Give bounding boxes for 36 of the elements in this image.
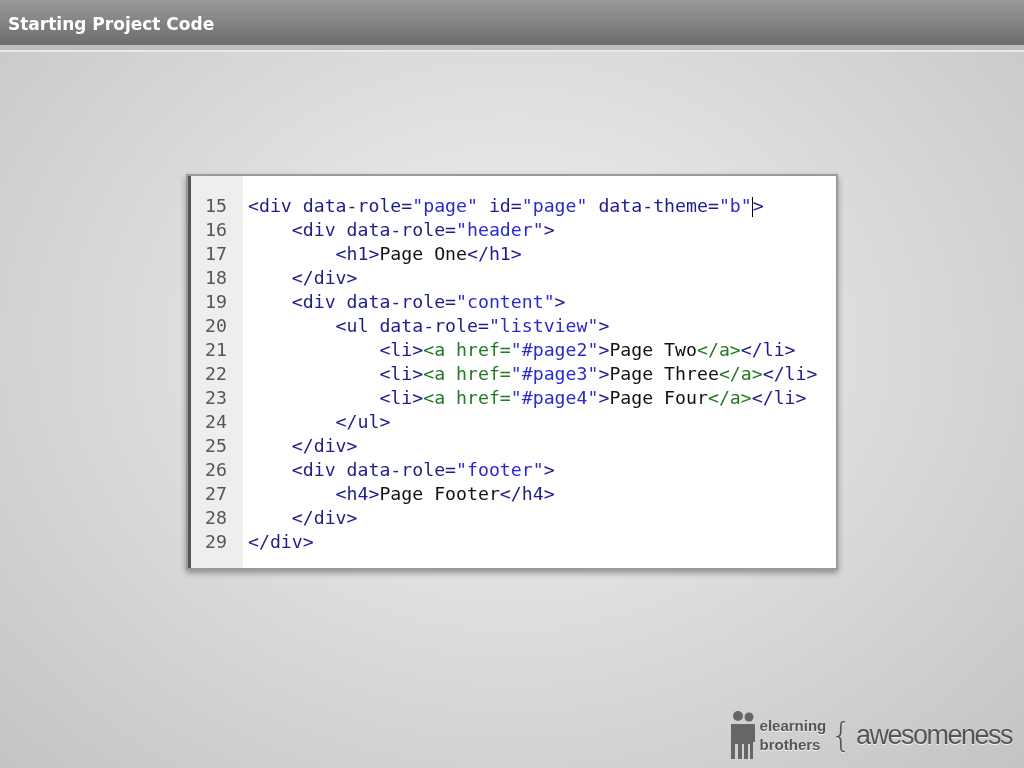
code-line: <li><a href="#page3">Page Three</a></li> <box>378 362 819 386</box>
slide-title: Starting Project Code <box>7 13 216 36</box>
line-number: 24 <box>204 410 228 434</box>
code-line: <h4>Page Footer</h4> <box>334 482 556 506</box>
code-line: <div data-role="header"> <box>290 218 556 242</box>
line-number: 23 <box>204 386 228 410</box>
code-line: <li><a href="#page4">Page Four</a></li> <box>378 386 808 410</box>
code-line: </div> <box>290 506 359 530</box>
people-figures-icon <box>729 710 756 760</box>
line-number: 29 <box>204 530 228 554</box>
logo-wordmark: awesomeness <box>855 721 1012 749</box>
line-number: 26 <box>204 458 228 482</box>
code-line: </div> <box>290 434 359 458</box>
code-line: <li><a href="#page2">Page Two</a></li> <box>378 338 797 362</box>
code-line: </ul> <box>334 410 392 434</box>
code-line: <h1>Page One</h1> <box>334 242 523 266</box>
line-number: 20 <box>204 314 228 338</box>
logo-brace: { <box>830 718 852 752</box>
line-number: 19 <box>204 290 228 314</box>
code-line: <div data-role="footer"> <box>290 458 556 482</box>
line-number: 16 <box>204 218 228 242</box>
logo-text: elearning <box>759 716 827 735</box>
code-line: </div> <box>290 266 359 290</box>
line-number: 22 <box>204 362 228 386</box>
code-line: </div> <box>247 530 315 554</box>
line-number: 27 <box>204 482 228 506</box>
code-line: <div data-role="page" id="page" data-theme="b"> <box>247 194 765 218</box>
line-number: 17 <box>204 242 228 266</box>
line-number: 15 <box>204 194 228 218</box>
code-line: <div data-role="content"> <box>290 290 567 314</box>
line-number: 21 <box>204 338 228 362</box>
code-line: <ul data-role="listview"> <box>334 314 611 338</box>
logo-text: brothers <box>759 735 822 754</box>
line-number: 18 <box>204 266 228 290</box>
line-number: 28 <box>204 506 228 530</box>
line-number: 25 <box>204 434 228 458</box>
